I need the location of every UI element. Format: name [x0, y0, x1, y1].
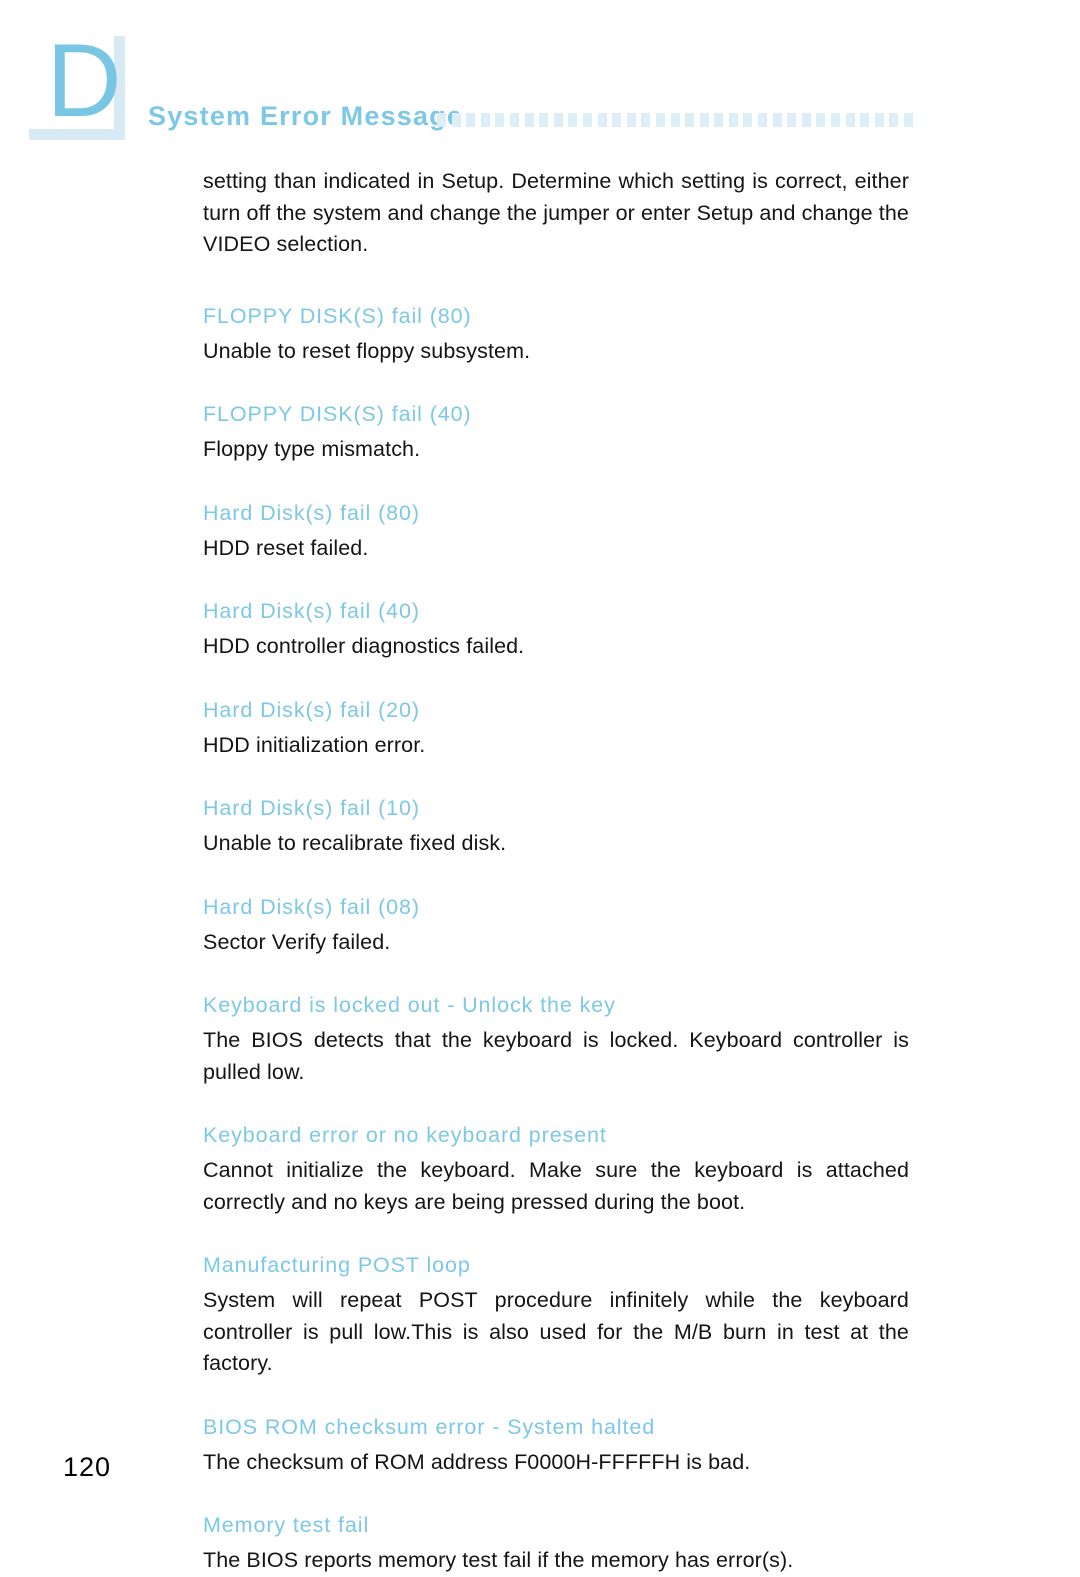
- error-message-entry: Hard Disk(s) fail (08) Sector Verify fail…: [203, 892, 909, 959]
- error-message-heading: Hard Disk(s) fail (40): [203, 599, 420, 623]
- header-dotted-rule: [437, 112, 913, 128]
- header-dot: [670, 113, 680, 127]
- header-dot: [728, 113, 738, 127]
- error-message-heading: BIOS ROM checksum error - System halted: [203, 1414, 656, 1439]
- error-message-description: HDD initialization error.: [203, 732, 426, 757]
- error-message-heading: Keyboard error or no keyboard present: [203, 1123, 607, 1147]
- error-message-heading: Memory test fail: [203, 1513, 370, 1537]
- page-content: setting than indicated in Setup. Determi…: [203, 166, 909, 1577]
- error-message-description: The BIOS detects that the keyboard is lo…: [203, 1028, 909, 1084]
- header-dot: [509, 113, 519, 127]
- error-message-description: Unable to reset floppy subsystem.: [203, 338, 531, 363]
- page-number: 120: [63, 1452, 112, 1482]
- header-dot: [758, 113, 768, 127]
- header-dot: [816, 113, 826, 127]
- error-message-entry: Hard Disk(s) fail (40) HDD controller dia…: [203, 596, 909, 663]
- chapter-letter: D: [46, 23, 122, 139]
- error-message-entry: Memory test fail The BIOS reports memory …: [203, 1510, 909, 1577]
- header-dot: [612, 113, 622, 127]
- error-message-entry: Keyboard is locked out - Unlock the key T…: [203, 990, 909, 1088]
- header-dot: [860, 113, 870, 127]
- error-message-entry: Hard Disk(s) fail (80) HDD reset failed.: [203, 498, 909, 565]
- header-dot: [743, 113, 753, 127]
- header-dot: [480, 113, 490, 127]
- error-message-entry: BIOS ROM checksum error - System halted T…: [203, 1412, 909, 1479]
- header-dot: [466, 113, 476, 127]
- error-message-heading: FLOPPY DISK(S) fail (80): [203, 303, 472, 328]
- error-message-entry: FLOPPY DISK(S) fail (80) Unable to reset …: [203, 301, 909, 368]
- header-dot: [831, 113, 841, 127]
- header-dot: [655, 113, 665, 127]
- error-message-description: Unable to recalibrate fixed disk.: [203, 831, 507, 855]
- error-message-heading: Keyboard is locked out - Unlock the key: [203, 993, 616, 1017]
- header-dot: [904, 113, 913, 127]
- error-message-entry: Manufacturing POST loop System will repea…: [203, 1250, 909, 1380]
- header-dot: [553, 113, 563, 127]
- header-dot: [845, 113, 855, 127]
- header-dot: [772, 113, 782, 127]
- error-message-heading: Hard Disk(s) fail (20): [203, 697, 420, 722]
- error-message-description: Floppy type mismatch.: [203, 437, 421, 461]
- header-dot: [801, 113, 811, 127]
- error-message-entry: FLOPPY DISK(S) fail (40) Floppy type mism…: [203, 399, 909, 466]
- header-dot: [699, 113, 709, 127]
- error-message-heading: Manufacturing POST loop: [203, 1253, 471, 1277]
- header-dot: [597, 113, 607, 127]
- error-message-list: FLOPPY DISK(S) fail (80) Unable to reset …: [203, 301, 909, 1577]
- header-dot: [495, 113, 505, 127]
- intro-paragraph: setting than indicated in Setup. Determi…: [203, 169, 909, 256]
- error-message-description: The BIOS reports memory test fail if the…: [203, 1548, 794, 1572]
- error-message-entry: Hard Disk(s) fail (20) HDD initialization…: [203, 695, 909, 762]
- header-dot: [568, 113, 578, 127]
- header-dot: [539, 113, 549, 127]
- error-message-heading: Hard Disk(s) fail (08): [203, 894, 420, 919]
- header-dot: [787, 113, 797, 127]
- header-dot: [641, 113, 651, 127]
- header-dot: [451, 113, 461, 127]
- error-message-description: Cannot initialize the keyboard. Make sur…: [203, 1158, 909, 1214]
- header-dot: [685, 113, 695, 127]
- header-dot: [714, 113, 724, 127]
- error-message-description: HDD controller diagnostics failed.: [203, 634, 525, 658]
- header-dot: [626, 113, 636, 127]
- error-message-heading: Hard Disk(s) fail (80): [203, 500, 420, 525]
- error-message-description: HDD reset failed.: [203, 535, 369, 560]
- header-dot: [582, 113, 592, 127]
- error-message-description: The checksum of ROM address F0000H-FFFFF…: [203, 1449, 751, 1474]
- header-dot: [524, 113, 534, 127]
- error-message-heading: Hard Disk(s) fail (10): [203, 796, 420, 820]
- header-dot: [889, 113, 899, 127]
- header-dot: [437, 113, 446, 127]
- page-header: D System Error Message: [0, 0, 1080, 160]
- error-message-entry: Hard Disk(s) fail (10) Unable to recalibr…: [203, 793, 909, 860]
- page-title: System Error Message: [148, 101, 464, 131]
- header-dot: [874, 113, 884, 127]
- error-message-description: Sector Verify failed.: [203, 929, 391, 954]
- error-message-entry: Keyboard error or no keyboard present Can…: [203, 1120, 909, 1218]
- error-message-heading: FLOPPY DISK(S) fail (40): [203, 402, 472, 426]
- error-message-description: System will repeat POST procedure infini…: [203, 1288, 909, 1375]
